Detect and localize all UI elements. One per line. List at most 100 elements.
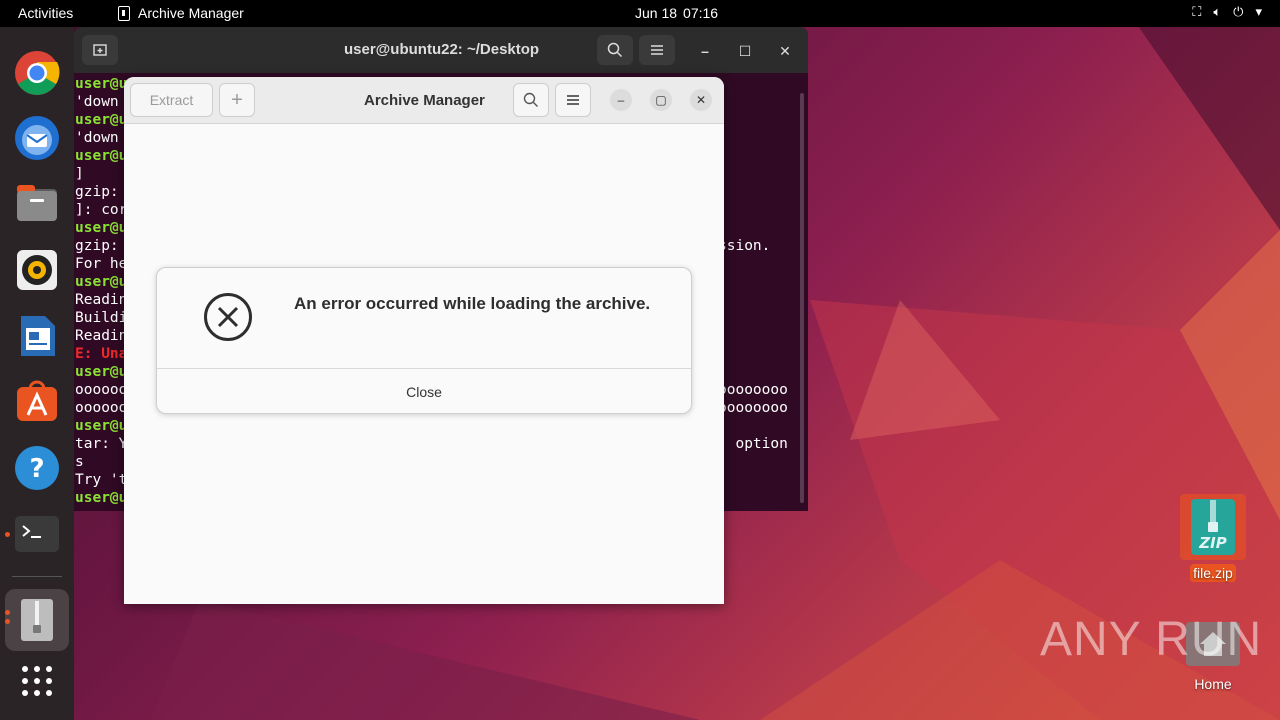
archive-menu-button[interactable] <box>555 83 591 117</box>
zip-file-icon-frame: ZIP <box>1180 494 1246 560</box>
terminal-menu-button[interactable] <box>639 35 675 65</box>
dialog-close-button[interactable]: Close <box>157 369 691 414</box>
terminal-line: 'down <box>75 130 119 146</box>
terminal-line: 'down <box>75 94 119 110</box>
minimize-icon: – <box>617 93 625 107</box>
terminal-line: Buildi <box>75 310 128 326</box>
chrome-icon <box>15 51 60 95</box>
archive-minimize-button[interactable]: – <box>610 89 632 111</box>
terminal-line-fragment: ssion. <box>718 238 771 254</box>
terminal-running-indicator <box>5 532 10 537</box>
terminal-line: Try 't <box>75 472 128 488</box>
terminal-line: user@u <box>75 76 128 92</box>
zip-file-icon: ZIP <box>1191 499 1235 555</box>
terminal-line: user@u <box>75 220 128 236</box>
document-icon <box>21 316 55 356</box>
dock-chrome[interactable] <box>11 47 63 99</box>
archive-window-title: Archive Manager <box>364 92 485 109</box>
archive-running-indicator-2 <box>5 619 10 624</box>
archive-icon <box>21 599 53 641</box>
maximize-icon: ▢ <box>655 93 667 107</box>
error-dialog: An error occurred while loading the arch… <box>156 267 692 414</box>
speaker-icon <box>17 250 57 290</box>
error-icon <box>204 293 252 341</box>
terminal-line: ] <box>75 166 84 182</box>
dock-writer[interactable] <box>11 310 63 362</box>
terminal-line: user@u <box>75 148 128 164</box>
chevron-down-icon: ▾ <box>1255 4 1262 19</box>
desktop-file-zip[interactable]: ZIP file.zip <box>1178 494 1248 582</box>
dock: ? <box>0 27 74 720</box>
archive-headerbar[interactable]: Extract + Archive Manager – ▢ ✕ <box>124 77 724 124</box>
terminal-line: For he <box>75 256 128 272</box>
terminal-line: oooooo <box>75 382 128 398</box>
terminal-line: tar: Y <box>75 436 128 452</box>
terminal-line: gzip: <box>75 184 119 200</box>
home-label: Home <box>1194 676 1232 692</box>
folder-icon <box>17 185 57 221</box>
new-tab-icon <box>93 44 107 56</box>
terminal-icon <box>15 516 59 552</box>
close-icon: ✕ <box>695 93 707 107</box>
dock-show-applications[interactable] <box>11 655 63 707</box>
dock-software[interactable] <box>11 375 63 427</box>
archive-running-indicator <box>5 610 10 615</box>
anyrun-watermark: ANY RUN <box>1040 613 1263 666</box>
terminal-line-fragment: oooooooo <box>718 382 788 398</box>
terminal-search-button[interactable] <box>597 35 633 65</box>
add-files-button[interactable]: + <box>219 83 255 117</box>
app-menu-label: Archive Manager <box>138 5 244 21</box>
dock-thunderbird[interactable] <box>11 112 63 164</box>
terminal-line: Readin <box>75 292 128 308</box>
archive-close-button[interactable]: ✕ <box>690 89 712 111</box>
terminal-line: user@u <box>75 364 128 380</box>
terminal-line-fragment: oooooooo <box>718 400 788 416</box>
terminal-line: user@u <box>75 274 128 290</box>
terminal-scrollbar[interactable] <box>800 93 804 503</box>
search-icon <box>523 92 538 107</box>
terminal-line: user@u <box>75 418 128 434</box>
terminal-maximize-button[interactable]: ☐ <box>734 40 756 62</box>
close-icon: ✕ <box>779 42 791 59</box>
error-message: An error occurred while loading the arch… <box>294 294 651 313</box>
zip-badge: ZIP <box>1198 534 1226 552</box>
search-icon <box>607 42 623 58</box>
terminal-line: user@u <box>75 490 128 506</box>
top-bar: Activities Archive Manager Jun 18 07:16 … <box>0 0 1280 27</box>
extract-button[interactable]: Extract <box>130 83 213 117</box>
terminal-output[interactable]: user@u 'down user@u 'down user@u] gzip:]: cor… <box>75 75 127 507</box>
help-icon: ? <box>15 446 59 490</box>
terminal-minimize-button[interactable]: – <box>694 40 716 62</box>
terminal-title: user@ubuntu22: ~/Desktop <box>344 41 540 58</box>
dock-rhythmbox[interactable] <box>11 244 63 296</box>
terminal-line: user@u <box>75 112 128 128</box>
minimize-icon: – <box>701 43 709 59</box>
hamburger-icon <box>567 95 579 105</box>
dock-terminal[interactable] <box>11 508 63 560</box>
network-icon: ⛶ <box>1192 4 1202 19</box>
terminal-line: Readin <box>75 328 128 344</box>
dock-files[interactable] <box>11 177 63 229</box>
terminal-close-button[interactable]: ✕ <box>774 40 796 62</box>
terminal-titlebar[interactable]: user@ubuntu22: ~/Desktop – ☐ ✕ <box>74 27 808 73</box>
clock-time: 07:16 <box>683 5 719 21</box>
app-menu[interactable]: Archive Manager <box>118 5 244 21</box>
new-tab-button[interactable] <box>82 35 118 65</box>
terminal-line: oooooo <box>75 400 128 416</box>
app-grid-icon <box>22 666 52 696</box>
clock[interactable]: Jun 18 07:16 <box>635 5 718 21</box>
activities-button[interactable]: Activities <box>18 5 73 21</box>
archive-maximize-button[interactable]: ▢ <box>650 89 672 111</box>
hamburger-icon <box>651 45 663 55</box>
system-tray[interactable]: ⛶ 🔈︎ ⏻ ▾ <box>1192 4 1262 20</box>
software-store-icon <box>17 380 57 421</box>
archive-app-icon <box>118 5 130 21</box>
power-icon: ⏻ <box>1233 4 1244 19</box>
zip-file-label: file.zip <box>1190 564 1236 582</box>
volume-icon: 🔈︎ <box>1213 4 1222 19</box>
terminal-line-fragment: ' option <box>718 436 788 452</box>
dock-archive-manager[interactable] <box>5 589 69 651</box>
clock-date: Jun 18 <box>635 5 678 21</box>
archive-search-button[interactable] <box>513 83 549 117</box>
dock-help[interactable]: ? <box>11 442 63 494</box>
